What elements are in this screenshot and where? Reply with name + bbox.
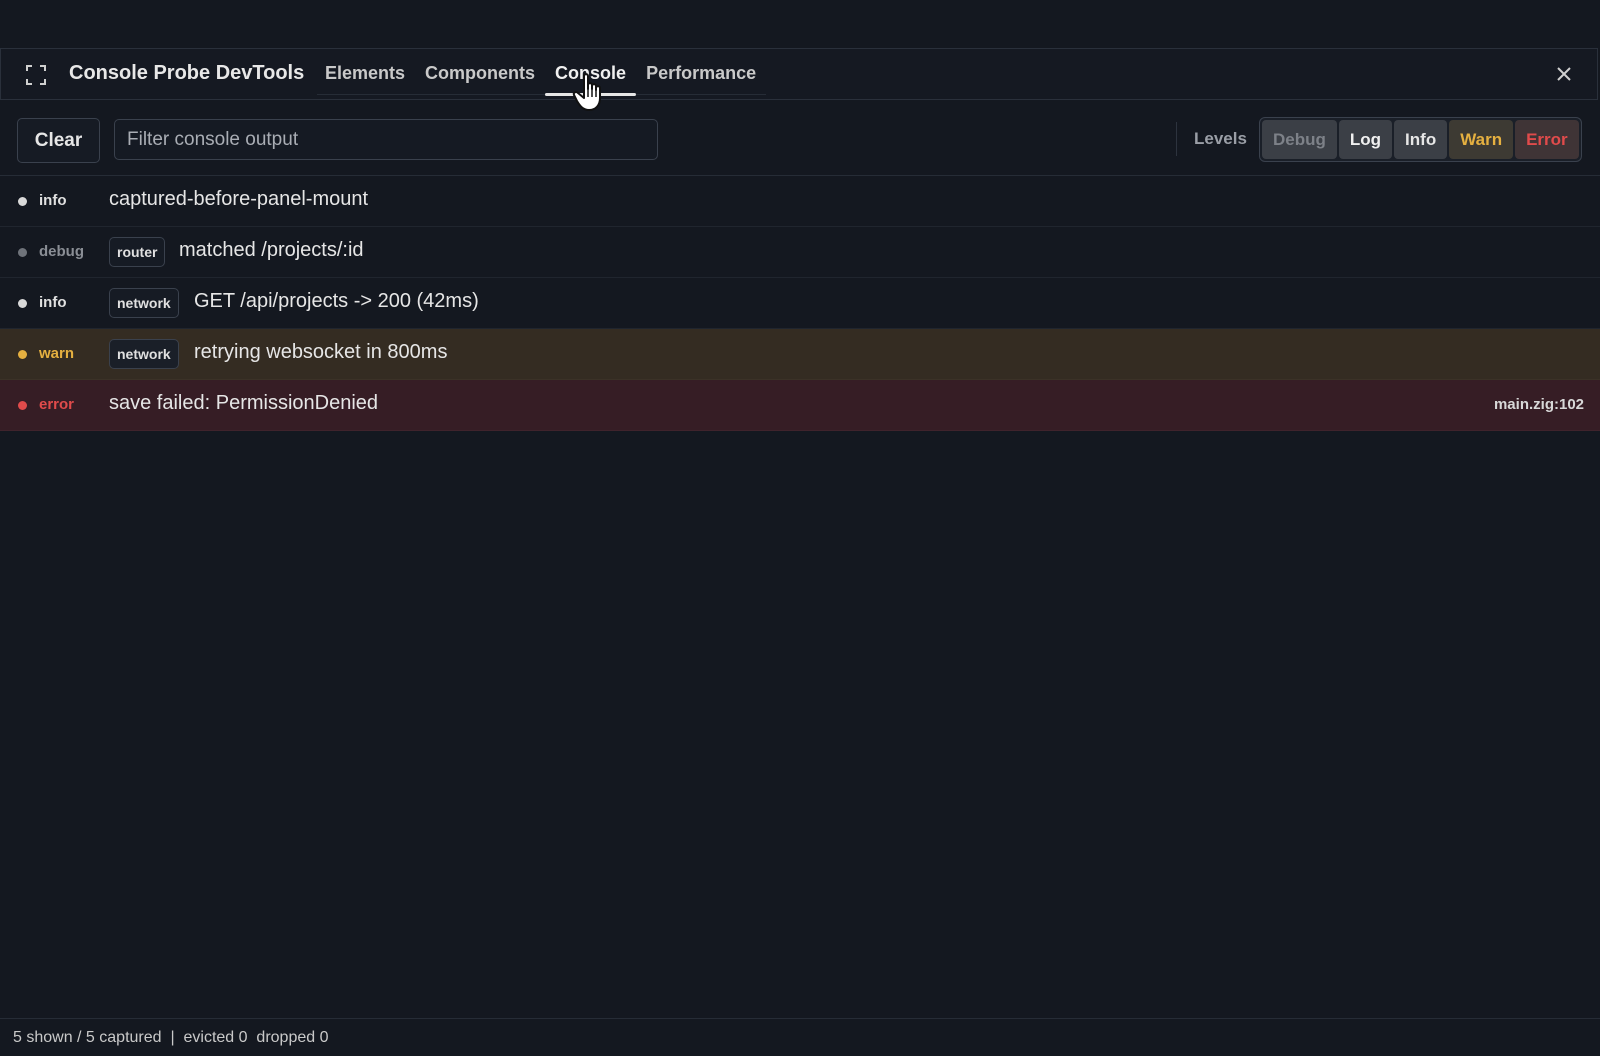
log-level: warn	[39, 345, 75, 362]
level-dot	[18, 350, 27, 359]
source-link[interactable]: main.zig:102	[1494, 396, 1584, 413]
dropped-count: dropped 0	[256, 1028, 329, 1046]
log-level: error	[39, 396, 75, 413]
shown-count: 5 shown / 5 captured	[13, 1028, 162, 1046]
log-tag: network	[109, 339, 179, 369]
tab-bar: Elements Components Console Performance	[317, 49, 767, 96]
level-dot	[18, 401, 27, 410]
expand-icon[interactable]	[25, 64, 47, 86]
level-toggle-debug[interactable]: Debug	[1262, 120, 1337, 159]
level-dot	[18, 299, 27, 308]
log-row[interactable]: debug router matched /projects/:id	[0, 227, 1600, 278]
log-level: info	[39, 294, 67, 311]
level-dot	[18, 197, 27, 206]
header-bar: Console Probe DevTools Elements Componen…	[0, 48, 1598, 100]
log-row[interactable]: warn network retrying websocket in 800ms	[0, 329, 1600, 380]
levels-label: Levels	[1194, 129, 1247, 148]
evicted-count: evicted 0	[183, 1028, 248, 1046]
toolbar-divider	[1176, 122, 1177, 156]
level-toggle-warn[interactable]: Warn	[1449, 120, 1514, 159]
close-icon[interactable]	[1553, 63, 1575, 85]
tab-performance[interactable]: Performance	[636, 49, 766, 94]
level-toggle-error[interactable]: Error	[1515, 120, 1579, 159]
log-level: info	[39, 192, 67, 209]
log-tag: network	[109, 288, 179, 318]
tab-console[interactable]: Console	[545, 49, 637, 96]
level-dot	[18, 248, 27, 257]
log-row[interactable]: error save failed: PermissionDenied main…	[0, 380, 1600, 431]
tab-elements[interactable]: Elements	[317, 49, 415, 94]
log-tag: router	[109, 237, 166, 267]
log-message: retrying websocket in 800ms	[194, 341, 448, 363]
level-toggle-log[interactable]: Log	[1338, 120, 1393, 159]
console-log-list: info captured-before-panel-mount debug r…	[0, 176, 1600, 431]
log-message: matched /projects/:id	[179, 239, 364, 261]
filter-input[interactable]	[114, 119, 658, 160]
app-title: Console Probe DevTools	[69, 62, 305, 84]
log-message: save failed: PermissionDenied	[109, 392, 379, 414]
level-toggle-info[interactable]: Info	[1394, 120, 1448, 159]
clear-button[interactable]: Clear	[17, 118, 100, 163]
status-bar: 5 shown / 5 captured | evicted 0 dropped…	[0, 1018, 1600, 1056]
console-toolbar: Clear Levels Debug Log Info Warn Error	[0, 100, 1600, 176]
log-message: GET /api/projects -> 200 (42ms)	[194, 290, 479, 312]
tab-components[interactable]: Components	[415, 49, 545, 94]
log-row[interactable]: info captured-before-panel-mount	[0, 176, 1600, 227]
devtools-app: Console Probe DevTools Elements Componen…	[0, 0, 1600, 1056]
log-row[interactable]: info network GET /api/projects -> 200 (4…	[0, 278, 1600, 329]
level-filter-group: Debug Log Info Warn Error	[1259, 117, 1582, 162]
log-level: debug	[39, 243, 84, 260]
log-message: captured-before-panel-mount	[109, 188, 369, 210]
